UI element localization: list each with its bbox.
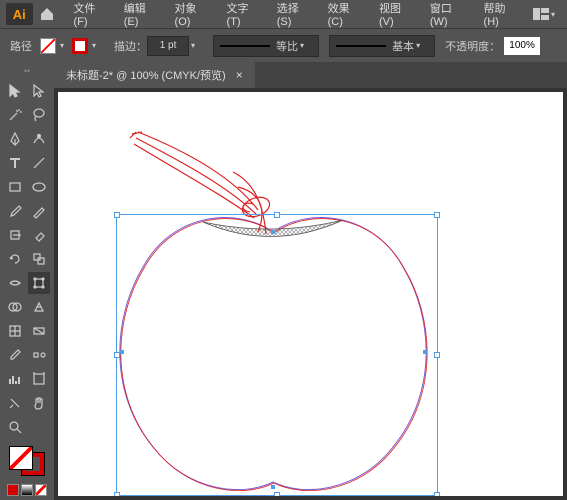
line-preview-icon <box>336 45 386 47</box>
pen-tool-icon[interactable] <box>4 128 26 150</box>
artboard-canvas[interactable] <box>58 92 563 496</box>
scale-label: 等比 <box>276 38 298 54</box>
ellipse-tool-icon[interactable] <box>28 176 50 198</box>
shape-builder-tool-icon[interactable] <box>4 296 26 318</box>
menu-file[interactable]: 文件(F) <box>65 0 115 28</box>
panel-grip-icon[interactable]: •• <box>2 66 52 76</box>
direct-selection-tool-icon[interactable] <box>28 80 50 102</box>
solid-color-icon[interactable] <box>7 484 19 496</box>
tab-title: 未标题-2* @ 100% (CMYK/预览) <box>66 67 226 83</box>
handle-n[interactable] <box>274 212 280 218</box>
fill-color-icon[interactable] <box>9 446 33 470</box>
blend-tool-icon[interactable] <box>28 344 50 366</box>
menu-bar: Ai 文件(F) 编辑(E) 对象(O) 文字(T) 选择(S) 效果(C) 视… <box>0 0 567 28</box>
fill-swatch[interactable] <box>40 38 56 54</box>
handle-e[interactable] <box>434 352 440 358</box>
menu-view[interactable]: 视图(V) <box>371 0 422 28</box>
menu-effect[interactable]: 效果(C) <box>320 0 371 28</box>
tools-panel: •• <box>0 62 54 500</box>
magic-wand-tool-icon[interactable] <box>4 104 26 126</box>
stroke-label: 描边： <box>114 38 147 54</box>
close-icon[interactable]: × <box>236 68 243 82</box>
slice-tool-icon[interactable] <box>4 392 26 414</box>
eraser-tool-icon[interactable] <box>28 224 50 246</box>
hand-tool-icon[interactable] <box>28 392 50 414</box>
artboard-tool-icon[interactable] <box>28 368 50 390</box>
pencil-tool-icon[interactable] <box>28 200 50 222</box>
free-transform-tool-icon[interactable] <box>28 272 50 294</box>
options-bar: 路径 ▾ ▾ 描边： ▾ 等比 ▾ 基本 ▾ 不透明度： 100% <box>0 28 567 62</box>
color-mode-row <box>7 484 47 496</box>
mesh-tool-icon[interactable] <box>4 320 26 342</box>
canvas-area: 未标题-2* @ 100% (CMYK/预览) × <box>54 62 567 500</box>
chevron-down-icon[interactable]: ▾ <box>92 41 96 50</box>
stroke-width-input[interactable] <box>147 36 189 56</box>
app-logo: Ai <box>6 3 33 25</box>
handle-ne[interactable] <box>434 212 440 218</box>
selection-bounding-box[interactable] <box>116 214 438 496</box>
document-tabs: 未标题-2* @ 100% (CMYK/预览) × <box>54 62 567 88</box>
rectangle-tool-icon[interactable] <box>4 176 26 198</box>
column-graph-tool-icon[interactable] <box>4 368 26 390</box>
paintbrush-tool-icon[interactable] <box>4 200 26 222</box>
style-label: 基本 <box>392 38 414 54</box>
brush-definition[interactable]: 基本 ▾ <box>329 35 435 57</box>
chevron-down-icon[interactable]: ▾ <box>60 41 64 50</box>
perspective-tool-icon[interactable] <box>28 296 50 318</box>
panel-layout-icon[interactable]: ▾ <box>527 8 561 20</box>
home-icon[interactable] <box>37 3 58 25</box>
shaper-tool-icon[interactable] <box>4 224 26 246</box>
chevron-down-icon[interactable]: ▾ <box>191 41 195 50</box>
handle-nw[interactable] <box>114 212 120 218</box>
menu-edit[interactable]: 编辑(E) <box>116 0 167 28</box>
menu-window[interactable]: 窗口(W) <box>422 0 476 28</box>
none-color-icon[interactable] <box>35 484 47 496</box>
opacity-input[interactable]: 100% <box>504 37 540 55</box>
handle-w[interactable] <box>114 352 120 358</box>
selection-tool-icon[interactable] <box>4 80 26 102</box>
handle-sw[interactable] <box>114 492 120 496</box>
stroke-profile[interactable]: 等比 ▾ <box>213 35 319 57</box>
document-tab[interactable]: 未标题-2* @ 100% (CMYK/预览) × <box>54 62 255 88</box>
tool-grid <box>4 80 50 438</box>
line-tool-icon[interactable] <box>28 152 50 174</box>
handle-s[interactable] <box>274 492 280 496</box>
type-tool-icon[interactable] <box>4 152 26 174</box>
curvature-tool-icon[interactable] <box>28 128 50 150</box>
workspace: •• <box>0 62 567 500</box>
line-preview-icon <box>220 45 270 47</box>
selection-type-label: 路径 <box>10 38 32 54</box>
scale-tool-icon[interactable] <box>28 248 50 270</box>
menu-type[interactable]: 文字(T) <box>219 0 269 28</box>
gradient-icon[interactable] <box>21 484 33 496</box>
rotate-tool-icon[interactable] <box>4 248 26 270</box>
chevron-down-icon: ▾ <box>300 41 304 50</box>
gradient-tool-icon[interactable] <box>28 320 50 342</box>
zoom-tool-icon[interactable] <box>4 416 26 438</box>
menu-object[interactable]: 对象(O) <box>167 0 219 28</box>
menu-help[interactable]: 帮助(H) <box>476 0 527 28</box>
width-tool-icon[interactable] <box>4 272 26 294</box>
lasso-tool-icon[interactable] <box>28 104 50 126</box>
fill-stroke-indicator[interactable] <box>9 446 45 476</box>
opacity-label: 不透明度： <box>445 38 500 54</box>
eyedropper-tool-icon[interactable] <box>4 344 26 366</box>
chevron-down-icon: ▾ <box>416 41 420 50</box>
menu-select[interactable]: 选择(S) <box>269 0 320 28</box>
stroke-swatch[interactable] <box>72 38 88 54</box>
handle-se[interactable] <box>434 492 440 496</box>
